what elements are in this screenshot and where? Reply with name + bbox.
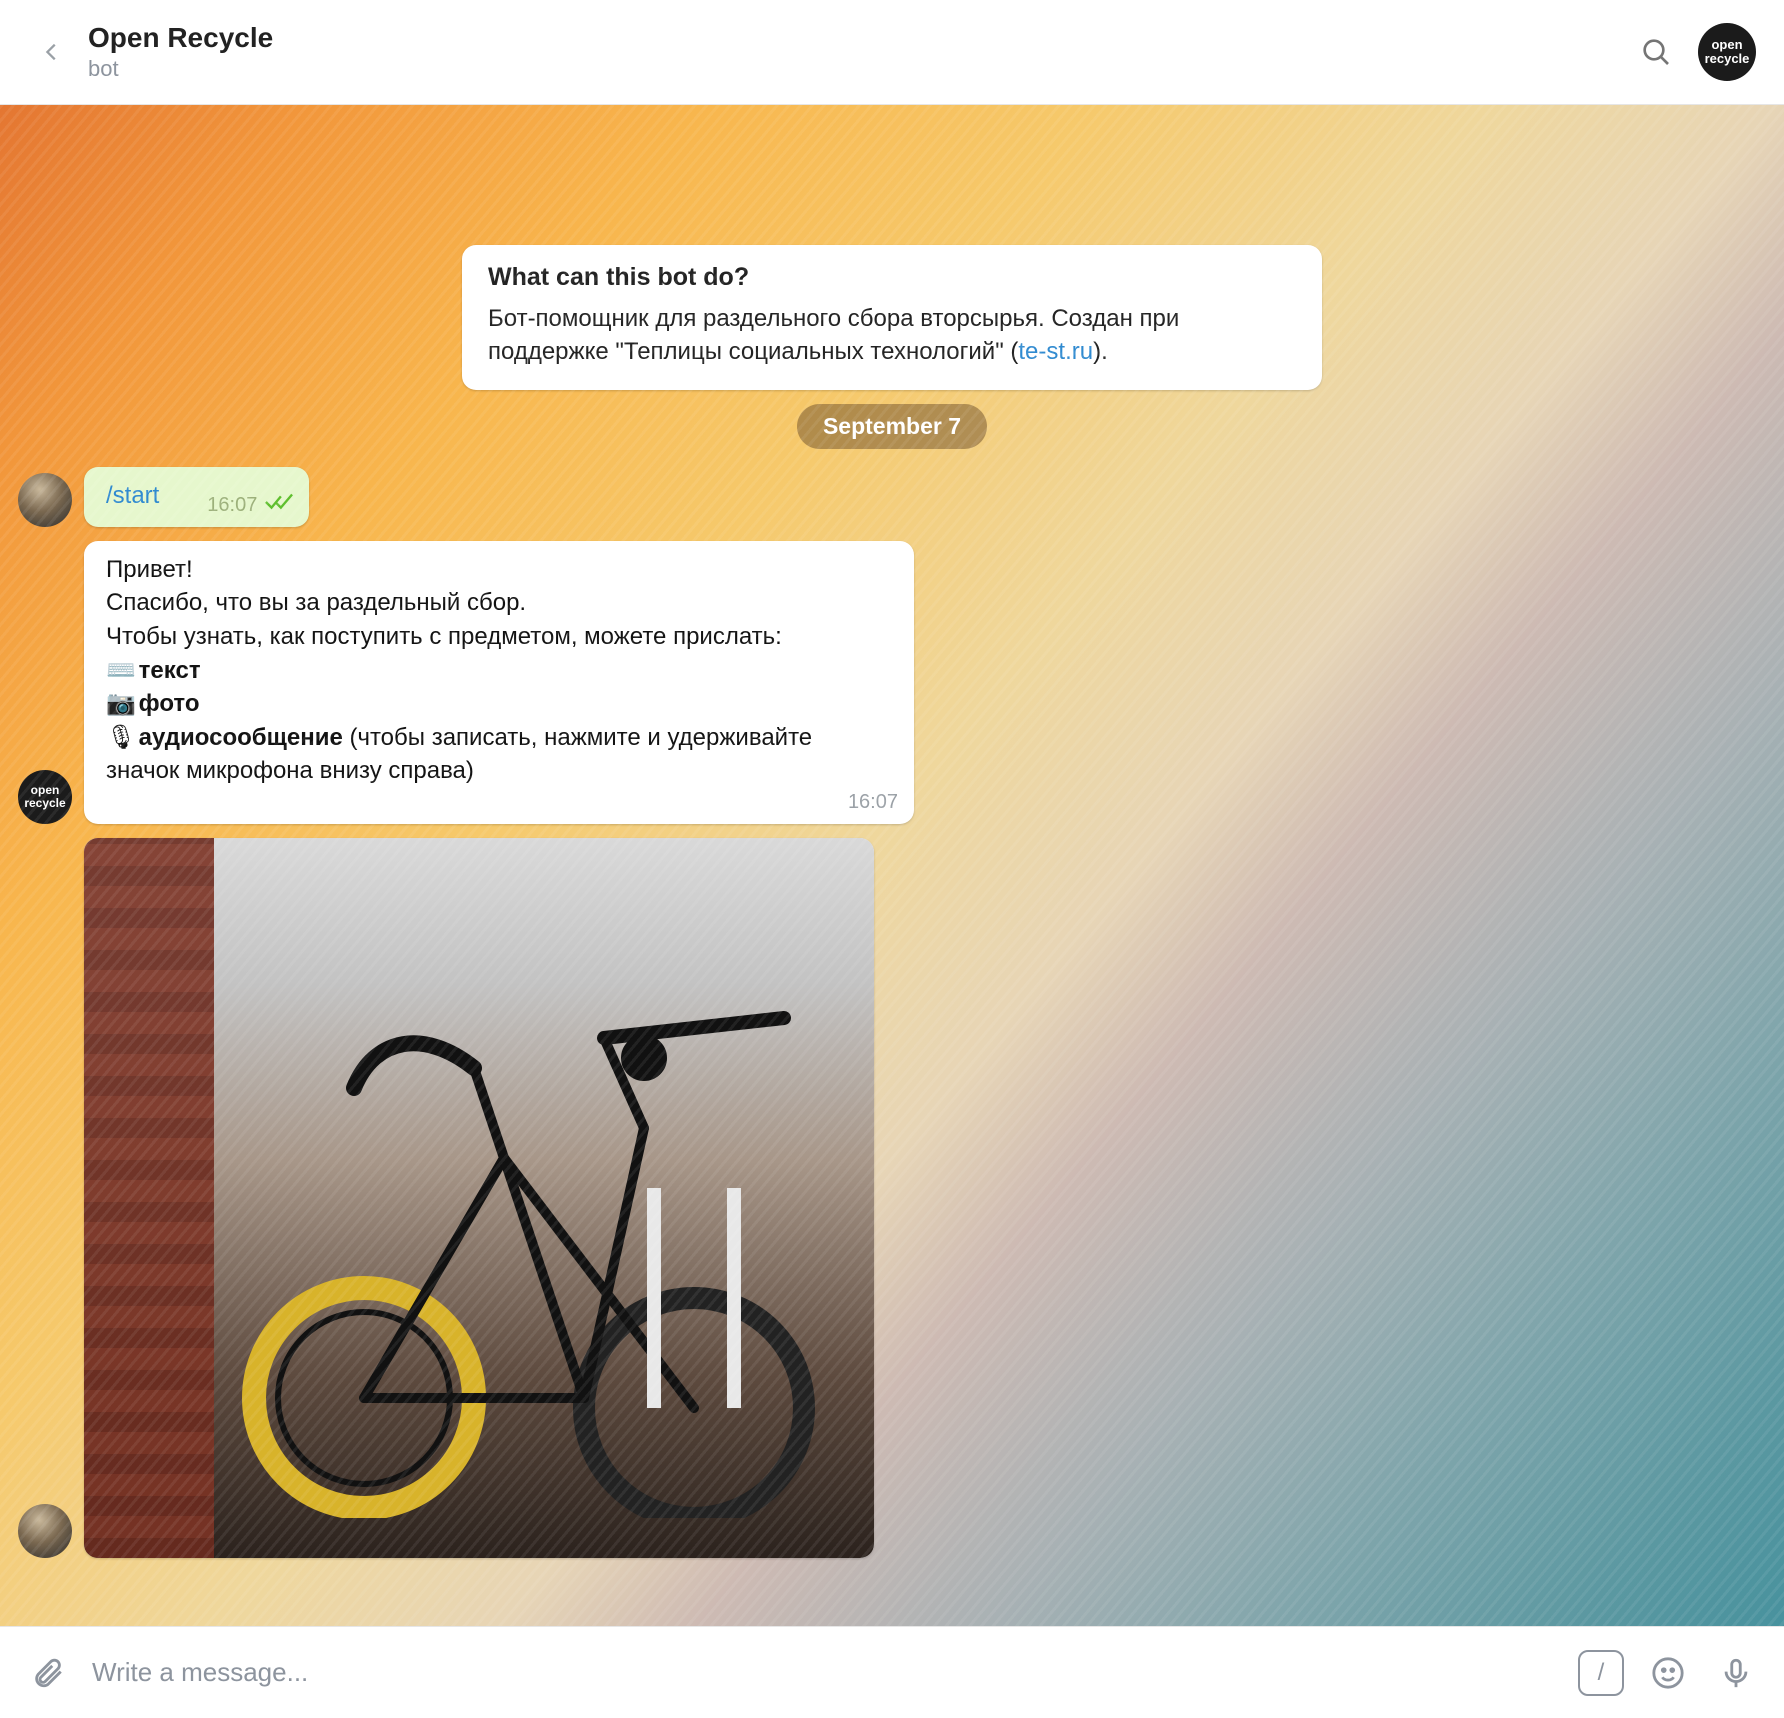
back-icon — [41, 41, 63, 63]
keyboard-emoji-icon: ⌨️ — [106, 654, 132, 688]
read-ticks-icon — [265, 491, 293, 519]
message-row-incoming: open recycle Привет! Спасибо, что вы за … — [18, 541, 1766, 824]
avatar-text: open recycle — [18, 784, 72, 809]
reply-line3: Чтобы узнать, как поступить с предметом,… — [106, 620, 892, 654]
message-input[interactable] — [92, 1657, 1558, 1688]
photo-bicycle-illustration — [224, 898, 844, 1518]
chat-header: Open Recycle bot open recycle — [0, 0, 1784, 105]
back-button[interactable] — [28, 28, 76, 76]
message-bubble-outgoing[interactable]: /start 16:07 — [84, 467, 309, 527]
user-avatar[interactable] — [18, 1504, 72, 1558]
bot-description-card: What can this bot do? Бот-помощник для р… — [462, 245, 1322, 390]
bot-description-text-suffix: ). — [1093, 338, 1108, 365]
emoji-button[interactable] — [1644, 1649, 1692, 1697]
chat-scroll[interactable]: What can this bot do? Бот-помощник для р… — [0, 105, 1784, 1626]
reply-item2-label: фото — [139, 690, 200, 717]
chat-subtitle: bot — [88, 56, 1632, 82]
reply-item1-label: текст — [139, 657, 201, 684]
bot-avatar-small[interactable]: open recycle — [18, 770, 72, 824]
message-row-photo — [18, 838, 1766, 1558]
search-button[interactable] — [1632, 28, 1680, 76]
avatar-slot — [18, 1504, 84, 1558]
reply-item3-label: аудиосообщение — [139, 724, 343, 751]
microphone-icon — [1719, 1656, 1753, 1690]
date-separator: September 7 — [797, 404, 987, 449]
chat-area: What can this bot do? Бот-помощник для р… — [0, 105, 1784, 1626]
message-meta: 16:07 — [207, 491, 293, 519]
chat-title: Open Recycle — [88, 22, 1632, 54]
slash-keyboard-icon: / — [1598, 1659, 1605, 1687]
reply-line2: Спасибо, что вы за раздельный сбор. — [106, 586, 892, 620]
voice-message-button[interactable] — [1712, 1649, 1760, 1697]
message-meta: 16:07 — [848, 788, 898, 816]
reply-item-text: ⌨️ текст — [106, 654, 892, 688]
avatar-slot: open recycle — [18, 770, 84, 824]
bot-description-link[interactable]: te-st.ru — [1018, 338, 1093, 365]
attach-button[interactable] — [24, 1649, 72, 1697]
bot-keyboard-button[interactable]: / — [1578, 1650, 1624, 1696]
user-avatar[interactable] — [18, 473, 72, 527]
avatar-text: open recycle — [1698, 38, 1756, 65]
bot-description-body: Бот-помощник для раздельного сбора вторс… — [488, 302, 1296, 368]
date-separator-row: September 7 — [18, 404, 1766, 449]
reply-line1: Привет! — [106, 553, 892, 587]
message-time: 16:07 — [848, 788, 898, 816]
message-time: 16:07 — [207, 491, 257, 519]
reply-item-audio: 🎙 аудиосообщение (чтобы записать, нажмит… — [106, 721, 892, 788]
microphone-emoji-icon: 🎙 — [106, 721, 132, 755]
photo-attachment — [84, 838, 874, 1558]
reply-item-photo: 📷 фото — [106, 687, 892, 721]
avatar-slot — [18, 473, 84, 527]
message-row-outgoing: /start 16:07 — [18, 467, 1766, 527]
camera-emoji-icon: 📷 — [106, 687, 132, 721]
emoji-icon — [1651, 1656, 1685, 1690]
chat-title-block[interactable]: Open Recycle bot — [88, 22, 1632, 82]
message-composer: / — [0, 1626, 1784, 1718]
paperclip-icon — [31, 1656, 65, 1690]
bot-description-title: What can this bot do? — [488, 263, 1296, 292]
search-icon — [1640, 36, 1672, 68]
command-text: /start — [106, 482, 159, 509]
message-bubble-incoming[interactable]: Привет! Спасибо, что вы за раздельный сб… — [84, 541, 914, 824]
message-bubble-photo[interactable] — [84, 838, 874, 1558]
chat-avatar[interactable]: open recycle — [1698, 23, 1756, 81]
